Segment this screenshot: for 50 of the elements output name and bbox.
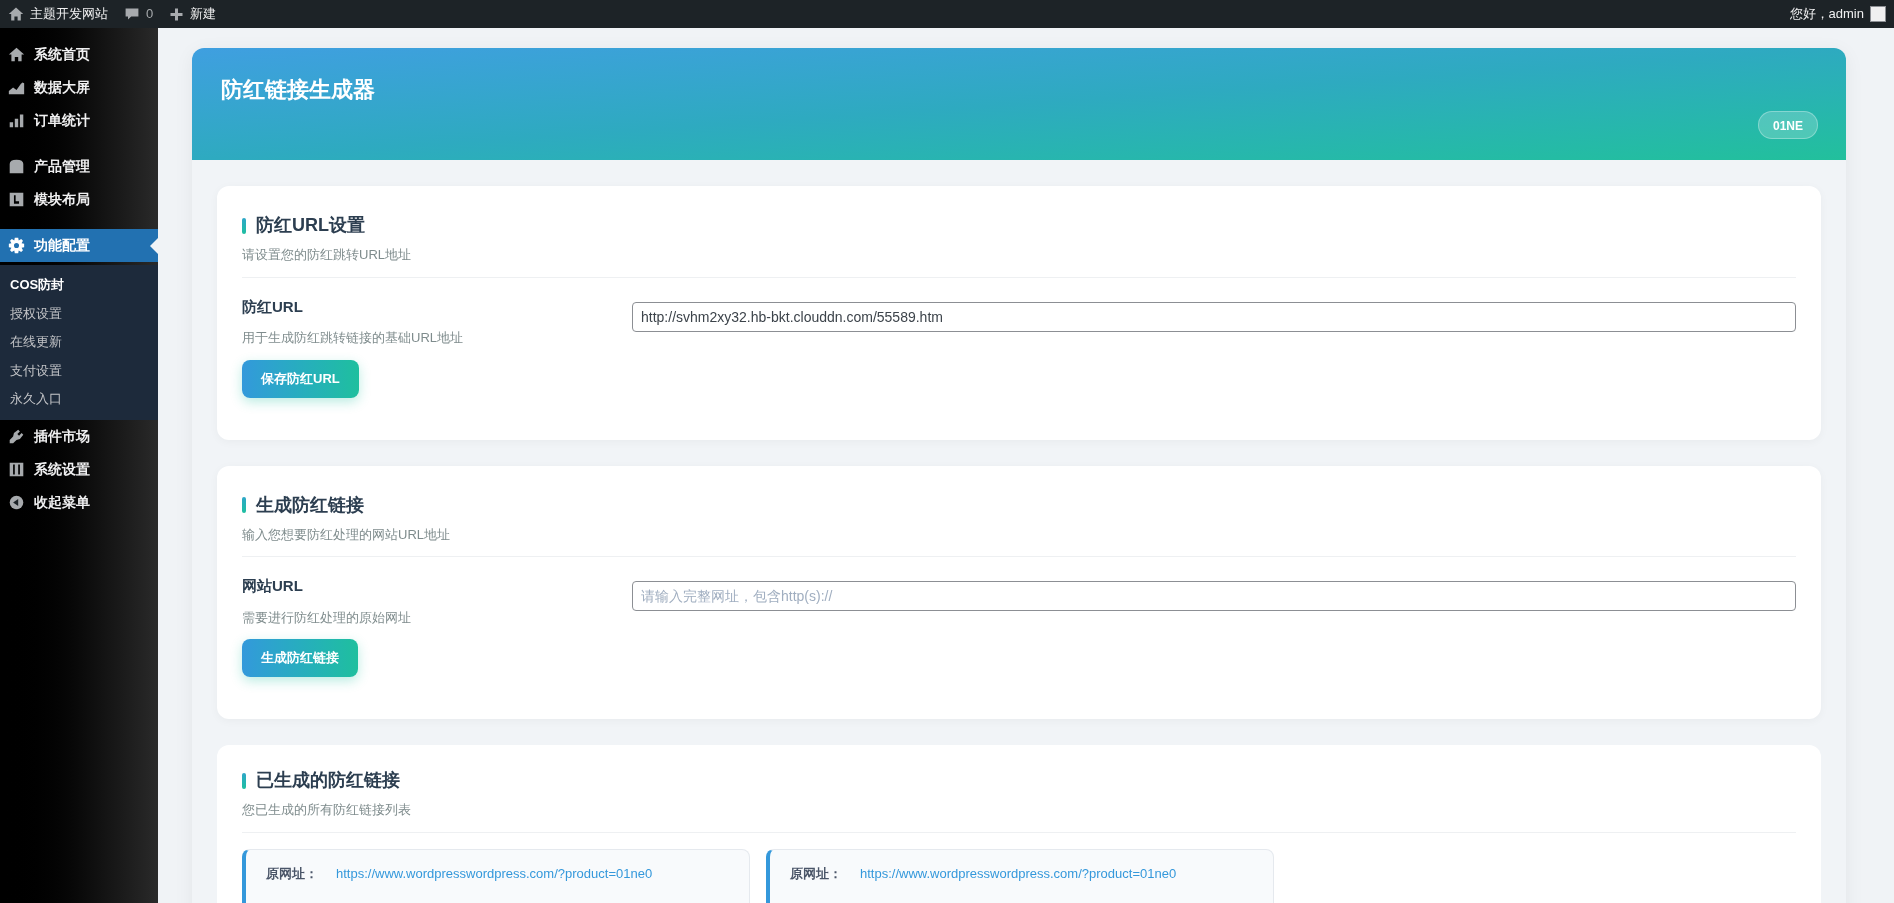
submenu-item[interactable]: 授权设置 (0, 299, 158, 328)
section-description: 您已生成的所有防红链接列表 (242, 801, 412, 819)
site-link[interactable]: 主题开发网站 (8, 4, 108, 24)
menu-item[interactable]: 插件市场 (0, 419, 158, 453)
link-label: 原网址： (790, 864, 842, 883)
menu-item[interactable]: 收起菜单 (0, 485, 158, 519)
home-icon (8, 6, 24, 22)
gear-icon (8, 237, 25, 254)
comment-icon (124, 6, 140, 22)
field-help: 需要进行防红处理的原始网址 (242, 608, 412, 627)
menu-item[interactable]: 功能配置 (0, 229, 158, 262)
url-input-field[interactable]: 请输入完整网址，包含http(s):// (632, 581, 1796, 611)
page-title: 防红链接生成器 (221, 76, 375, 104)
menu-item[interactable]: 系统首页 (0, 38, 158, 71)
section-description: 请设置您的防红跳转URL地址 (242, 246, 412, 264)
bar-chart-icon (8, 112, 25, 129)
home-icon (8, 46, 25, 63)
title-accent-icon (242, 772, 246, 789)
version-badge: 01NE (1757, 111, 1818, 139)
avatar-icon (1870, 6, 1886, 22)
comments-link[interactable]: 0 (124, 4, 154, 24)
submenu-item[interactable]: 在线更新 (0, 328, 158, 357)
title-accent-icon (242, 217, 246, 234)
menu-item[interactable]: 系统设置 (0, 452, 158, 486)
menu-item[interactable]: 订单统计 (0, 104, 158, 137)
title-accent-icon (242, 497, 246, 513)
section-title: 防红URL设置 (256, 214, 365, 237)
sliders-icon (8, 460, 25, 478)
new-link[interactable]: 新建 (169, 4, 217, 24)
menu-pointer-icon (150, 238, 158, 254)
submenu-item[interactable]: 支付设置 (0, 356, 158, 385)
account-link[interactable]: 您好，admin (1789, 4, 1886, 24)
link-label: 原网址： (266, 864, 318, 883)
menu-item[interactable]: 模块布局 (0, 183, 158, 216)
field-label: 网站URL (242, 576, 304, 596)
field-help: 用于生成防红跳转链接的基础URL地址 (242, 329, 464, 347)
section-title: 生成防红链接 (256, 493, 364, 517)
url-input-field[interactable]: http://svhm2xy32.hb-bkt.clouddn.com/55589.htm (632, 301, 1796, 332)
plus-icon (169, 6, 185, 22)
submenu-item[interactable]: 永久入口 (0, 385, 158, 414)
section-description: 输入您想要防红处理的网站URL地址 (242, 525, 451, 544)
field-label: 防红URL (242, 296, 304, 317)
bag-icon (8, 158, 25, 175)
collapse-icon (8, 493, 25, 511)
section-title: 已生成的防红链接 (256, 769, 400, 792)
layout-icon (8, 191, 25, 208)
chart-icon (8, 79, 25, 96)
menu-item[interactable]: 产品管理 (0, 150, 158, 183)
menu-item[interactable]: 数据大屏 (0, 71, 158, 104)
submenu-item[interactable]: COS防封 (0, 271, 158, 300)
